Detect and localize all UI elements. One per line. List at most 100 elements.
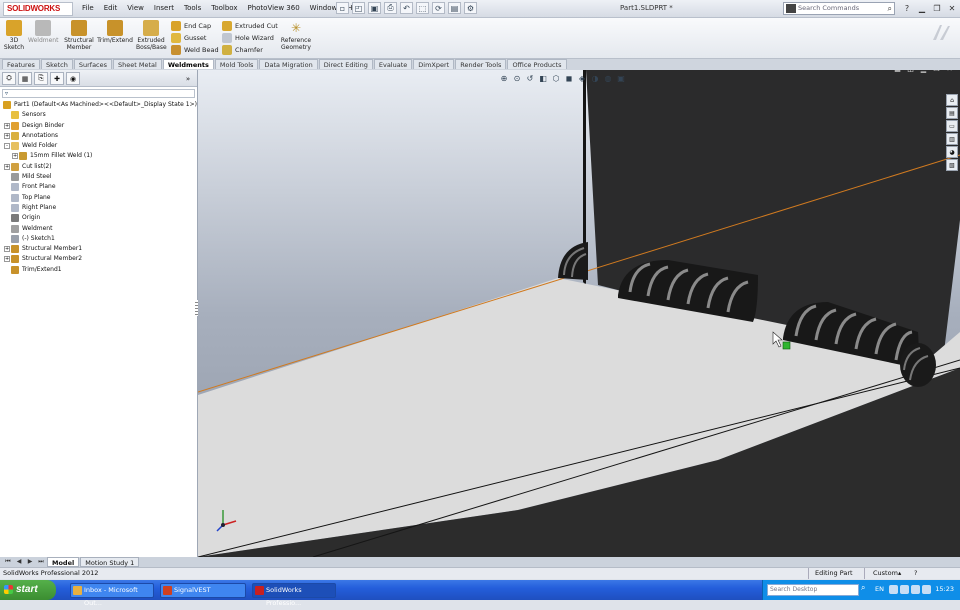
zoom-to-fit-icon[interactable]: ⊕	[499, 73, 509, 83]
open-icon[interactable]: ◰	[352, 2, 365, 14]
display-style-icon[interactable]: ◼	[564, 73, 574, 83]
print-icon[interactable]: ⎙	[384, 2, 397, 14]
units-dropdown-icon[interactable]: ▴	[898, 568, 901, 579]
tab-office-products[interactable]: Office Products	[507, 59, 567, 69]
first-tab-icon[interactable]: ⏮	[3, 557, 13, 567]
tab-weldments[interactable]: Weldments	[162, 59, 214, 69]
tray-volume-icon[interactable]	[900, 585, 909, 594]
viewport-split-icon[interactable]: ◫	[906, 70, 915, 73]
tree-item[interactable]: Trim/Extend1	[2, 265, 196, 275]
tree-item[interactable]: Right Plane	[2, 203, 196, 213]
tree-item[interactable]: + Cut list(2)	[2, 162, 196, 172]
ribbon-weldment-button[interactable]: Weldment	[28, 20, 58, 44]
tree-expand-icon[interactable]: -	[4, 143, 10, 150]
property-manager-tab-icon[interactable]: ▦	[18, 72, 32, 85]
gusset-button[interactable]: Gusset	[171, 32, 206, 44]
tree-item[interactable]: Sensors	[2, 110, 196, 120]
section-view-icon[interactable]: ◧	[538, 73, 548, 83]
extruded-cut-button[interactable]: Extruded Cut	[222, 20, 278, 32]
dimxpert-manager-tab-icon[interactable]: ✚	[50, 72, 64, 85]
tree-item[interactable]: - Weld Folder	[2, 141, 196, 151]
viewport-minimize-icon[interactable]: ▁	[919, 70, 928, 73]
tree-item[interactable]: Front Plane	[2, 182, 196, 192]
taskbar-item-outlook[interactable]: Inbox - Microsoft Out...	[70, 583, 154, 607]
view-orientation-icon[interactable]: ⬡	[551, 73, 561, 83]
search-scope-icon[interactable]	[786, 4, 796, 13]
search-icon[interactable]: ⌕	[888, 3, 892, 14]
tab-sketch[interactable]: Sketch	[40, 59, 73, 69]
tab-dimxpert[interactable]: DimXpert	[413, 59, 455, 69]
close-icon[interactable]: ✕	[946, 2, 958, 14]
configuration-manager-tab-icon[interactable]: ⎘	[34, 72, 48, 85]
status-units[interactable]: Custom	[864, 568, 898, 579]
ribbon-structural-member-button[interactable]: Structural Member	[62, 20, 96, 51]
ribbon-extruded-boss-base-button[interactable]: Extruded Boss/Base	[136, 20, 167, 51]
menu-toolbox[interactable]: Toolbox	[207, 4, 241, 12]
tree-item[interactable]: + Structural Member2	[2, 254, 196, 264]
tree-item[interactable]: Origin	[2, 213, 196, 223]
viewport-tile-icon[interactable]: ▦	[893, 70, 902, 73]
tree-item[interactable]: + Design Binder	[2, 121, 196, 131]
new-icon[interactable]: ▫	[336, 2, 349, 14]
taskbar-item-solidworks[interactable]: SolidWorks Professio...	[252, 583, 336, 607]
help-icon[interactable]: ?	[901, 2, 913, 14]
save-icon[interactable]: ▣	[368, 2, 381, 14]
tree-item[interactable]: +15mm Fillet Weld (1)	[2, 151, 196, 161]
restore-icon[interactable]: ❐	[931, 2, 943, 14]
tree-item[interactable]: Weldment	[2, 224, 196, 234]
viewport-close-icon[interactable]: ✕	[945, 70, 954, 73]
tree-item[interactable]: Top Plane	[2, 193, 196, 203]
menu-insert[interactable]: Insert	[150, 4, 178, 12]
tab-evaluate[interactable]: Evaluate	[373, 59, 413, 69]
hole-wizard-button[interactable]: Hole Wizard	[222, 32, 274, 44]
tree-expand-icon[interactable]: +	[4, 132, 10, 139]
select-icon[interactable]: ⬚	[416, 2, 429, 14]
search-go-icon[interactable]: ⌕	[861, 583, 865, 593]
tray-security-icon[interactable]	[911, 585, 920, 594]
tray-update-icon[interactable]	[922, 585, 931, 594]
search-commands-input[interactable]: Search Commands ⌕	[783, 2, 895, 15]
next-tab-icon[interactable]: ▶	[25, 557, 35, 567]
menu-file[interactable]: File	[78, 4, 98, 12]
design-library-icon[interactable]: ▤	[946, 107, 958, 119]
model-view[interactable]	[198, 70, 960, 557]
tree-expand-icon[interactable]: +	[4, 256, 10, 263]
end-cap-button[interactable]: End Cap	[171, 20, 211, 32]
view-settings-icon[interactable]: ▣	[616, 73, 626, 83]
file-explorer-icon[interactable]: ▭	[946, 120, 958, 132]
tray-network-icon[interactable]	[889, 585, 898, 594]
start-button[interactable]: start	[0, 580, 56, 600]
expand-pane-icon[interactable]: »	[181, 72, 195, 85]
tab-sheet-metal[interactable]: Sheet Metal	[113, 59, 162, 69]
last-tab-icon[interactable]: ⏭	[36, 557, 46, 567]
edit-appearance-icon[interactable]: ◑	[590, 73, 600, 83]
tree-expand-icon[interactable]: +	[12, 153, 18, 160]
undo-icon[interactable]: ↶	[400, 2, 413, 14]
tab-data-migration[interactable]: Data Migration	[259, 59, 318, 69]
previous-view-icon[interactable]: ↺	[525, 73, 535, 83]
tab-features[interactable]: Features	[2, 59, 40, 69]
tree-expand-icon[interactable]: +	[4, 163, 10, 170]
apply-scene-icon[interactable]: ◍	[603, 73, 613, 83]
hide-show-items-icon[interactable]: ◈	[577, 73, 587, 83]
file-properties-icon[interactable]: ▤	[448, 2, 461, 14]
solidworks-resources-icon[interactable]: ⌂	[946, 94, 958, 106]
language-indicator[interactable]: EN	[875, 585, 884, 593]
options-icon[interactable]: ⚙	[464, 2, 477, 14]
menu-view[interactable]: View	[123, 4, 148, 12]
tree-expand-icon[interactable]: +	[4, 122, 10, 129]
prev-tab-icon[interactable]: ◀	[14, 557, 24, 567]
tree-item[interactable]: Part1 (Default<As Machined><<Default>_Di…	[2, 100, 197, 110]
taskbar-item-signalvest[interactable]: SignalVEST	[160, 583, 246, 598]
view-palette-icon[interactable]: ▥	[946, 133, 958, 145]
desktop-search-input[interactable]: Search Desktop	[767, 584, 859, 596]
solidworks-logo[interactable]: SOLIDWORKS	[3, 2, 73, 16]
menu-tools[interactable]: Tools	[180, 4, 205, 12]
ribbon-3d-sketch-button[interactable]: 3D Sketch	[2, 20, 26, 51]
rebuild-icon[interactable]: ⟳	[432, 2, 445, 14]
tab-direct-editing[interactable]: Direct Editing	[318, 59, 373, 69]
help-status-icon[interactable]: ?	[914, 568, 917, 579]
tab-render-tools[interactable]: Render Tools	[455, 59, 507, 69]
menu-edit[interactable]: Edit	[100, 4, 122, 12]
tree-item[interactable]: + Annotations	[2, 131, 196, 141]
